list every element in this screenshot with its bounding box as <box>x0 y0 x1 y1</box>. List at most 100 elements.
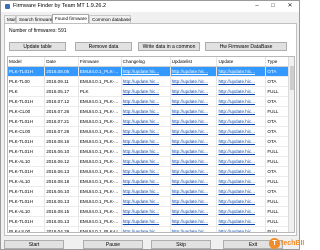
cell-changelog[interactable]: http://update.hic... <box>121 96 171 108</box>
cell-update[interactable]: http://update.hic... <box>216 156 267 168</box>
scrollbar-thumb[interactable] <box>290 66 294 90</box>
cell-update[interactable]: http://update.hic... <box>216 126 267 138</box>
table-row[interactable]: PLK-CL00 2016.07.28 EMUI4.0.1_PLK-... http:… <box>8 126 294 138</box>
cell-update[interactable]: http://update.hic... <box>216 146 267 158</box>
table-row[interactable]: PLK-AL10 2016.06.12 EMUI4.0.1_PLK-... http:… <box>8 156 294 168</box>
cell-changelog[interactable]: http://update.hic... <box>121 106 171 118</box>
cell-updatelist[interactable]: http://update.hic... <box>170 116 218 128</box>
cell-date: 2016.06.10 <box>44 186 79 198</box>
cell-update[interactable]: http://update.hic... <box>216 86 267 98</box>
column-header-updatelist[interactable]: Updatelist <box>170 57 218 68</box>
cell-firmware: EMUI4.0.1_PLK-... <box>78 126 122 138</box>
cell-model: PLK-TL01H <box>8 196 46 208</box>
pause-button[interactable]: Pause <box>83 240 143 249</box>
cell-changelog[interactable]: http://update.hic... <box>121 206 171 218</box>
cell-update[interactable]: http://update.hic... <box>216 116 267 128</box>
cell-updatelist[interactable]: http://update.hic... <box>170 226 218 232</box>
cell-model: PLK-TL01H <box>8 136 46 148</box>
cell-update[interactable]: http://update.hic... <box>216 206 267 218</box>
column-header-firmware[interactable]: Firmware <box>78 57 122 68</box>
cell-changelog[interactable]: http://update.hic... <box>121 126 171 138</box>
cell-update[interactable]: http://update.hic... <box>216 76 267 88</box>
cell-updatelist[interactable]: http://update.hic... <box>170 176 218 188</box>
cell-update[interactable]: http://update.hic... <box>216 176 267 188</box>
tab-main[interactable]: Main <box>4 15 17 23</box>
cell-changelog[interactable]: http://update.hic... <box>121 176 171 188</box>
cell-update[interactable]: http://update.hic... <box>216 166 267 178</box>
table-row[interactable]: PLK-AL10 2016.08.15 EMUI4.0.1_PLK-... http:… <box>8 206 294 218</box>
cell-changelog[interactable]: http://update.hic... <box>121 76 171 88</box>
cell-updatelist[interactable]: http://update.hic... <box>170 126 218 138</box>
table-row[interactable]: PLK-TL01H 2016.06.13 EMUI4.0.1_PLK-... http… <box>8 166 294 178</box>
table-row[interactable]: PLK-TL01H 2016.08.05 EMUI4.0.1_PLK-... http… <box>8 66 294 78</box>
maximize-button[interactable]: □ <box>265 1 281 12</box>
column-header-date[interactable]: Date <box>44 57 79 68</box>
cell-changelog[interactable]: http://update.hic... <box>121 66 171 78</box>
vertical-scrollbar[interactable] <box>288 57 294 232</box>
cell-firmware: EMUI4.0.1_PLK-... <box>78 216 122 228</box>
cell-updatelist[interactable]: http://update.hic... <box>170 206 218 218</box>
cell-updatelist[interactable]: http://update.hic... <box>170 136 218 148</box>
cell-updatelist[interactable]: http://update.hic... <box>170 156 218 168</box>
cell-changelog[interactable]: http://update.hic... <box>121 116 171 128</box>
table-row[interactable]: PLK-AL10 2016.08.18 EMUI4.0.1_PLK-... http:… <box>8 176 294 188</box>
cell-changelog[interactable]: http://update.hic... <box>121 186 171 198</box>
cell-update[interactable]: http://update.hic... <box>216 216 267 228</box>
table-row[interactable]: PLK-UL00 2016.04.29 EMUI4.0.1_PLK-U... http… <box>8 226 294 232</box>
cell-updatelist[interactable]: http://update.hic... <box>170 216 218 228</box>
cell-changelog[interactable]: http://update.hic... <box>121 216 171 228</box>
update-table-button[interactable]: Update table <box>9 42 66 51</box>
table-row[interactable]: PLK-TL01H 2016.05.13 EMUI4.0.1_PLK-... http… <box>8 216 294 228</box>
cell-updatelist[interactable]: http://update.hic... <box>170 186 218 198</box>
cell-model: PLK-AL10 <box>8 156 46 168</box>
column-header-changelog[interactable]: Changelog <box>121 57 171 68</box>
table-row[interactable]: PLK 2016.05.17 PLK http://update.hic... http… <box>8 86 294 98</box>
table-row[interactable]: PLK-TL01H 2016.06.10 EMUI4.0.1_PLK-... http… <box>8 186 294 198</box>
cell-updatelist[interactable]: http://update.hic... <box>170 146 218 158</box>
cell-changelog[interactable]: http://update.hic... <box>121 146 171 158</box>
cell-updatelist[interactable]: http://update.hic... <box>170 106 218 118</box>
cell-model: PLK-TL01H <box>8 166 46 178</box>
cell-update[interactable]: http://update.hic... <box>216 96 267 108</box>
table-row[interactable]: PLK-CL00 2016.07.26 EMUI4.0.1_PLK-... http:… <box>8 106 294 118</box>
cell-firmware: EMUI4.0.1_PLK-... <box>78 176 122 188</box>
cell-updatelist[interactable]: http://update.hic... <box>170 96 218 108</box>
cell-update[interactable]: http://update.hic... <box>216 136 267 148</box>
cell-changelog[interactable]: http://update.hic... <box>121 136 171 148</box>
cell-updatelist[interactable]: http://update.hic... <box>170 76 218 88</box>
cell-update[interactable]: http://update.hic... <box>216 66 267 78</box>
minimize-button[interactable]: – <box>249 1 265 12</box>
table-row[interactable]: PLK-TL01H 2016.07.21 EMUI4.0.1_PLK-... http… <box>8 116 294 128</box>
cell-update[interactable]: http://update.hic... <box>216 106 267 118</box>
table-row[interactable]: PLK-TL01H 2016.07.12 EMUI4.0.1_PLK-... http… <box>8 96 294 108</box>
cell-changelog[interactable]: http://update.hic... <box>121 226 171 232</box>
remove-data-button[interactable]: Remove data <box>75 42 132 51</box>
table-row[interactable]: PLK-TL01H 2016.05.13 EMUI4.0.1_PLK-... http… <box>8 196 294 208</box>
cell-updatelist[interactable]: http://update.hic... <box>170 166 218 178</box>
cell-update[interactable]: http://update.hic... <box>216 226 267 232</box>
tab-search-firmware[interactable]: Search firmware <box>16 15 52 23</box>
cell-update[interactable]: http://update.hic... <box>216 196 267 208</box>
column-header-model[interactable]: Model <box>8 57 46 68</box>
cell-changelog[interactable]: http://update.hic... <box>121 196 171 208</box>
tab-found-firmware[interactable]: Found firmware <box>52 14 89 23</box>
cell-updatelist[interactable]: http://update.hic... <box>170 66 218 78</box>
cell-update[interactable]: http://update.hic... <box>216 186 267 198</box>
start-button[interactable]: Start <box>4 240 64 249</box>
column-header-update[interactable]: Update <box>216 57 267 68</box>
cell-updatelist[interactable]: http://update.hic... <box>170 86 218 98</box>
tab-common-database[interactable]: Common database <box>89 15 131 23</box>
cell-updatelist[interactable]: http://update.hic... <box>170 196 218 208</box>
cell-firmware: EMUI4.0.1_PLK-... <box>78 106 122 118</box>
table-row[interactable]: PLK-TL01H 2016.08.16 EMUI4.0.1_PLK-... http… <box>8 136 294 148</box>
hw-firmware-database-button[interactable]: Hw Firmware DataBase <box>205 42 287 51</box>
write-data-common-button[interactable]: Write data in a common <box>138 42 200 51</box>
watermark-text: techBII <box>281 240 305 247</box>
table-row[interactable]: PLK-TL01H 2016.06.10 EMUI4.0.1_PLK-... http… <box>8 146 294 158</box>
skip-button[interactable]: Skip <box>151 240 211 249</box>
table-row[interactable]: PLK-TL00 2016.09.11 EMUI4.0.1_PLK-... http:… <box>8 76 294 88</box>
close-button[interactable]: ✕ <box>282 1 298 12</box>
cell-changelog[interactable]: http://update.hic... <box>121 166 171 178</box>
cell-changelog[interactable]: http://update.hic... <box>121 86 171 98</box>
cell-changelog[interactable]: http://update.hic... <box>121 156 171 168</box>
